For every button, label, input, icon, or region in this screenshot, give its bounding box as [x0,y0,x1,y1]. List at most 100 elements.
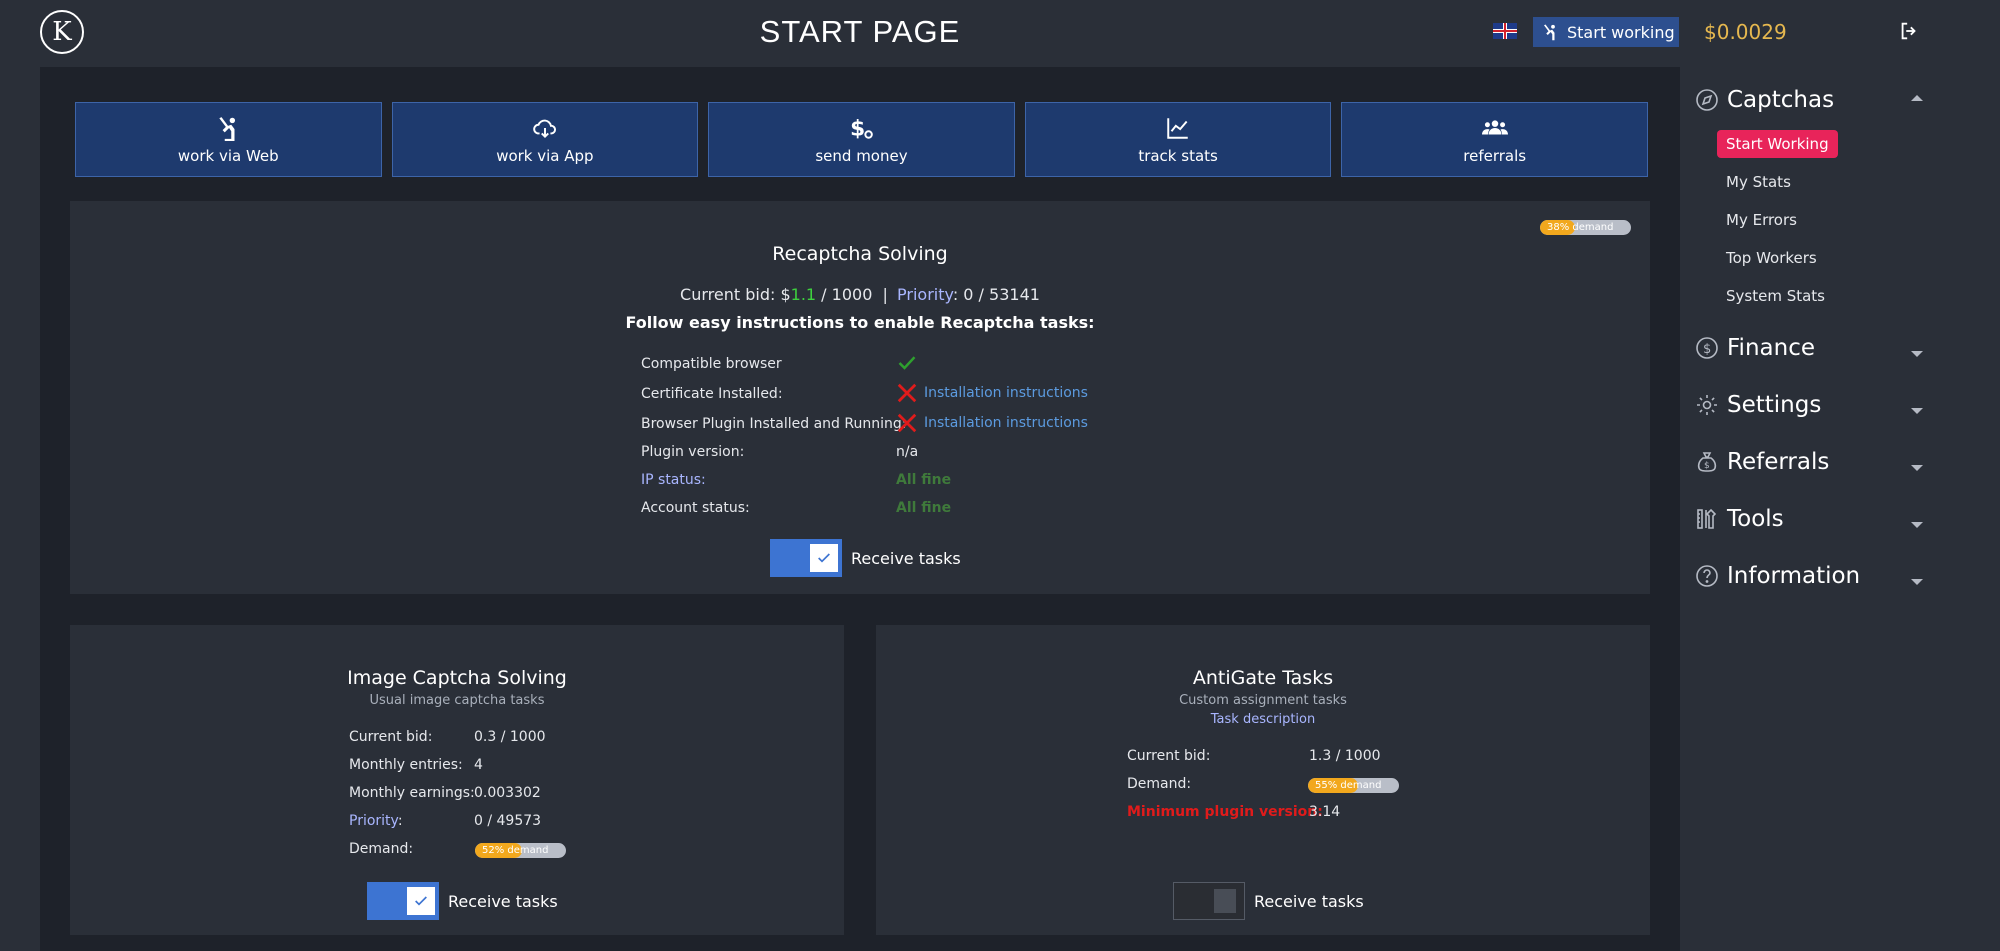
start-working-button[interactable]: Start working [1533,17,1679,47]
chevron-down-icon [1911,522,1923,528]
sidebar-section-finance[interactable]: $ Finance [1695,335,1995,361]
worker-icon [219,116,236,141]
toggle-switch[interactable] [367,882,439,920]
ip-status-value: All fine [896,472,952,488]
kv-value: 3.14 [1309,804,1341,820]
kv-value: 1.3 / 1000 [1309,748,1381,764]
receive-tasks-toggle[interactable]: Receive tasks [367,882,558,920]
installation-link[interactable]: Installation instructions [924,415,1088,431]
kv-label: Current bid: [349,729,433,745]
start-working-label: Start working [1567,22,1675,42]
bid-suffix: / 1000 | [816,285,888,304]
tile-work-via-app[interactable]: work via App [391,102,699,177]
sidebar-section-information[interactable]: Information [1695,563,1995,589]
kv-label: Demand: [349,841,414,857]
row-label: Browser Plugin Installed and Running: [641,416,907,432]
kv-label: Monthly earnings: [349,785,475,801]
svg-text:$: $ [851,116,866,140]
row-label: Compatible browser [641,356,782,372]
sidebar-section-settings[interactable]: Settings [1695,392,1995,418]
sidebar-item-my-stats[interactable]: My Stats [1717,168,1800,196]
balance-amount: $0.0029 [1704,20,1787,44]
sidebar-section-tools[interactable]: Tools [1695,506,1995,532]
toggle-label: Receive tasks [448,891,558,911]
kv-value: 0.3 / 1000 [474,729,546,745]
tile-track-stats[interactable]: track stats [1024,102,1332,177]
gear-icon [1697,395,1717,415]
ip-status-link[interactable]: IP status: [641,472,706,488]
image-captcha-panel: Image Captcha Solving Usual image captch… [70,625,844,935]
quick-actions: work via Web work via App $ send money t… [75,102,1648,177]
people-icon [1481,119,1508,134]
sidebar-item-top-workers[interactable]: Top Workers [1717,244,1826,272]
sidebar-section-label: Captchas [1727,87,1835,113]
sidebar-item-system-stats[interactable]: System Stats [1717,282,1834,310]
kv-label: Monthly entries: [349,757,463,773]
tile-referrals[interactable]: referrals [1341,102,1648,177]
dollar-icon: $ [851,116,874,141]
demand-bar: 38% demand [1540,220,1631,235]
receive-tasks-toggle[interactable]: Receive tasks [1173,882,1364,920]
priority-link[interactable]: Priority [349,813,398,829]
svg-text:$: $ [1703,342,1711,357]
task-description-link[interactable]: Task description [876,712,1650,727]
kv-label: Demand: [1127,776,1192,792]
tile-label: send money [815,146,908,165]
panel-title: AntiGate Tasks [1192,667,1334,689]
sidebar-item-start-working[interactable]: Start Working [1717,130,1838,158]
toggle-switch[interactable] [770,539,842,577]
row-label: Plugin version: [641,444,745,460]
chevron-down-icon [1911,351,1923,357]
bid-line: Current bid: $1.1 / 1000 | Priority: 0 /… [70,285,1650,304]
panel-subtitle: Custom assignment tasks [1179,693,1347,708]
chart-icon [1167,117,1188,139]
svg-text:$: $ [1704,461,1710,471]
sidebar-section-referrals[interactable]: $ Referrals [1695,449,1995,475]
installation-link[interactable]: Installation instructions [924,385,1088,401]
receive-tasks-toggle[interactable]: Receive tasks [770,539,961,577]
main-content: work via Web work via App $ send money t… [40,67,1680,951]
logout-icon[interactable] [1898,20,1920,42]
compass-icon [1696,89,1718,111]
chevron-down-icon [1911,579,1923,585]
chevron-down-icon [1911,465,1923,471]
demand-bar: 55% demand [1308,778,1399,793]
toggle-label: Receive tasks [851,548,961,568]
kv-value: 0.003302 [474,785,541,801]
tile-label: referrals [1463,146,1527,165]
chevron-down-icon [1911,408,1923,414]
account-status-value: All fine [896,500,952,516]
tile-send-money[interactable]: $ send money [708,102,1015,177]
plugin-version-value: n/a [896,444,919,460]
cross-icon [897,413,917,433]
money-bag-icon: $ [1697,452,1717,472]
question-icon [1696,565,1718,587]
demand-label: 55% demand [1315,780,1382,791]
tile-work-via-web[interactable]: work via Web [75,102,382,177]
worker-icon [1544,24,1555,41]
recaptcha-panel: 38% demand Recaptcha Solving Current bid… [70,201,1650,594]
sidebar-item-my-errors[interactable]: My Errors [1717,206,1806,234]
sidebar-section-captchas[interactable]: Captchas [1695,87,1995,113]
sidebar-section-label: Finance [1727,335,1815,361]
sidebar-section-label: Information [1727,563,1861,589]
dollar-circle-icon: $ [1696,337,1718,359]
tile-label: work via Web [177,146,279,165]
tile-label: work via App [496,146,594,165]
panel-title: Image Captcha Solving [347,667,567,689]
priority-link[interactable]: Priority [897,285,953,304]
antigate-panel: AntiGate Tasks Custom assignment tasks T… [876,625,1650,935]
kv-value: 4 [474,757,483,773]
check-icon [407,887,435,915]
toggle-switch[interactable] [1173,882,1245,920]
demand-label: 52% demand [482,845,549,856]
demand-label: 38% demand [1547,222,1614,233]
uk-flag-icon[interactable] [1493,23,1517,39]
page-title: START PAGE [759,14,961,49]
panel-subtitle: Usual image captcha tasks [369,693,545,708]
panel-title: Recaptcha Solving [772,243,948,265]
check-icon [898,356,916,370]
cloud-download-icon [533,119,556,138]
sidebar: Captchas Start Working My Stats My Error… [1680,67,2000,951]
sidebar-section-label: Settings [1727,392,1822,418]
